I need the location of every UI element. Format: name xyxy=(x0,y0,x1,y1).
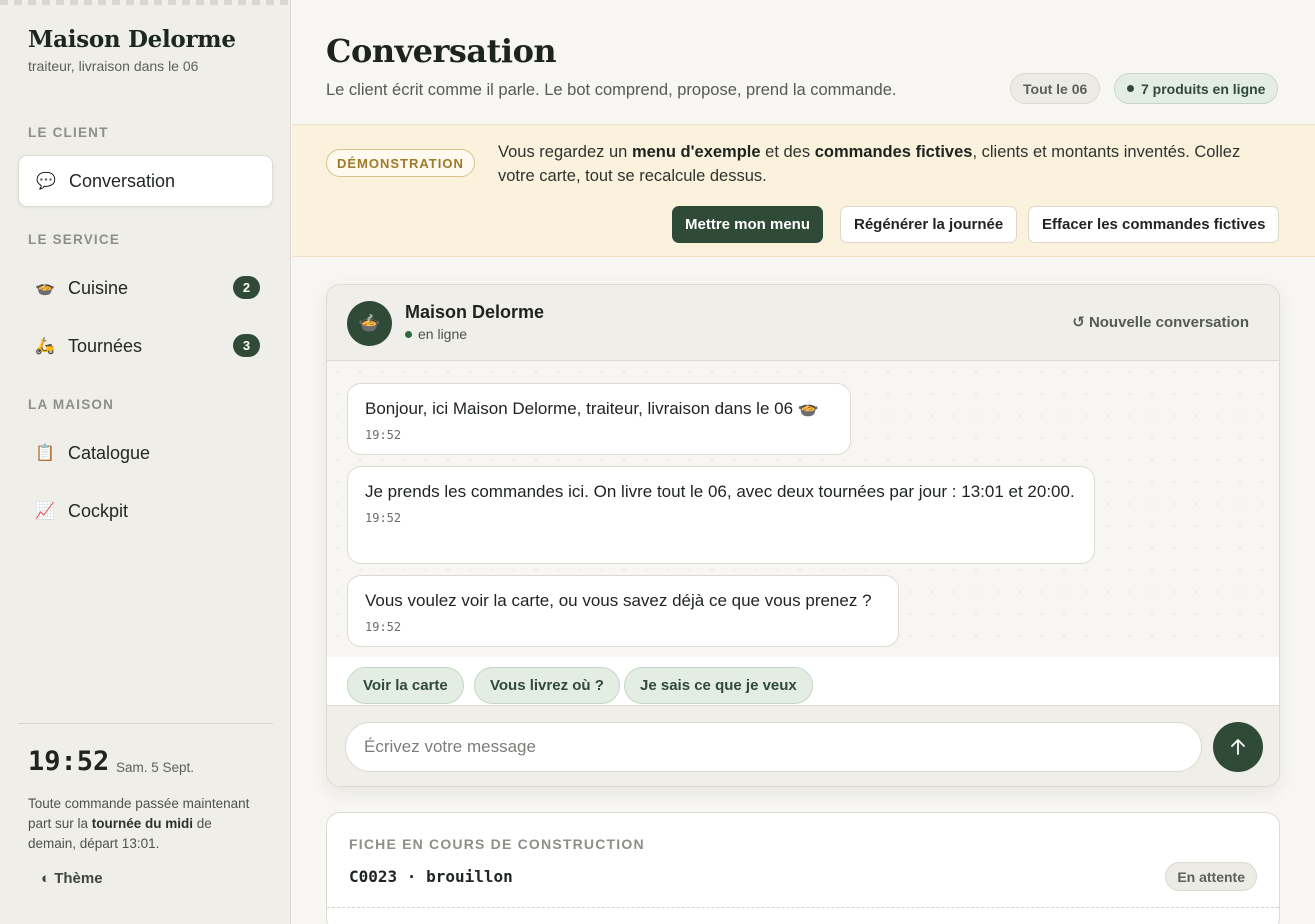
sidebar-item-catalogue[interactable]: 📋 Catalogue xyxy=(18,427,273,479)
clipboard-icon: 📋 xyxy=(35,445,55,462)
main-area: Conversation Le client écrit comme il pa… xyxy=(292,0,1315,924)
speech-bubble-icon: 💬 xyxy=(36,173,56,190)
chat-status-label: en ligne xyxy=(418,326,468,342)
sidebar-item-label: Tournées xyxy=(68,335,143,356)
demo-text-bold: commandes fictives xyxy=(814,143,973,161)
count-badge: 2 xyxy=(233,276,260,299)
message-bubble: Vous voulez voir la carte, ou vous savez… xyxy=(347,575,899,647)
message-bubble: Bonjour, ici Maison Delorme, traiteur, l… xyxy=(347,383,851,455)
demo-text-bold: menu d'exemple xyxy=(631,143,761,161)
clock-time: 19:52 xyxy=(28,746,110,777)
sidebar-item-tournees[interactable]: 🛵 Tournées 3 xyxy=(18,320,273,372)
quick-reply-know-what-i-want[interactable]: Je sais ce que je veux xyxy=(624,667,813,704)
message-composer xyxy=(327,705,1279,786)
status-badge: En attente xyxy=(1165,862,1257,891)
delivery-note: Toute commande passée maintenant part su… xyxy=(28,794,258,854)
scooter-icon: 🛵 xyxy=(35,338,55,355)
regenerate-day-button[interactable]: Régénérer la journée xyxy=(840,206,1018,243)
message-text: Je prends les commandes ici. On livre to… xyxy=(365,482,1075,501)
nav-section-service: LE SERVICE xyxy=(28,232,121,247)
demo-text-part: et des xyxy=(760,143,815,161)
quick-reply-see-menu[interactable]: Voir la carte xyxy=(347,667,464,704)
demo-banner: DÉMONSTRATION Vous regardez un menu d'ex… xyxy=(292,124,1315,257)
sidebar-item-label: Catalogue xyxy=(68,442,151,463)
sidebar-stripe xyxy=(0,0,291,5)
arrow-up-icon xyxy=(1231,739,1245,755)
message-time: 19:52 xyxy=(365,511,402,525)
chat-card: 🍲 Maison Delorme en ligne ↺ Nouvelle con… xyxy=(326,284,1280,787)
online-dot-icon xyxy=(1127,85,1134,92)
sidebar: Maison Delorme traiteur, livraison dans … xyxy=(0,0,291,924)
message-time: 19:52 xyxy=(365,428,402,442)
chat-status: en ligne xyxy=(405,326,467,342)
message-input[interactable] xyxy=(345,722,1202,772)
online-dot-icon xyxy=(405,330,412,338)
chat-messages[interactable]: Bonjour, ici Maison Delorme, traiteur, l… xyxy=(327,361,1279,657)
theme-label: Thème xyxy=(54,870,103,887)
new-conversation-button[interactable]: ↺ Nouvelle conversation xyxy=(1072,313,1249,331)
zone-pill: Tout le 06 xyxy=(1010,73,1101,104)
bowl-icon: 🍲 xyxy=(35,280,55,297)
delivery-note-round: tournée du midi xyxy=(91,816,194,831)
order-sheet: FICHE EN COURS DE CONSTRUCTION C0023 · b… xyxy=(326,812,1280,924)
nav-section-client: LE CLIENT xyxy=(28,125,109,140)
send-button[interactable] xyxy=(1213,722,1263,772)
page-subtitle: Le client écrit comme il parle. Le bot c… xyxy=(326,81,897,99)
quick-reply-delivery-area[interactable]: Vous livrez où ? xyxy=(474,667,620,704)
sidebar-item-label: Cockpit xyxy=(68,500,129,521)
sidebar-item-label: Conversation xyxy=(69,170,176,191)
sidebar-item-label: Cuisine xyxy=(68,277,129,298)
products-online-label: 7 produits en ligne xyxy=(1141,80,1266,97)
order-id: C0023 · brouillon xyxy=(349,867,513,886)
avatar: 🍲 xyxy=(347,301,392,346)
sidebar-item-conversation[interactable]: 💬 Conversation xyxy=(18,155,273,207)
brand-tagline: traiteur, livraison dans le 06 xyxy=(28,58,199,74)
half-circle-icon: ◐ xyxy=(41,870,51,887)
sidebar-item-cockpit[interactable]: 📈 Cockpit xyxy=(18,485,273,537)
count-badge: 3 xyxy=(233,334,260,357)
set-menu-button[interactable]: Mettre mon menu xyxy=(672,206,824,243)
products-online-pill: 7 produits en ligne xyxy=(1114,73,1279,104)
sidebar-divider xyxy=(18,723,273,724)
message-time: 19:52 xyxy=(365,620,402,634)
chart-icon: 📈 xyxy=(35,503,55,520)
nav-section-maison: LA MAISON xyxy=(28,397,115,412)
brand-name: Maison Delorme xyxy=(28,26,236,53)
demo-text-part: Vous regardez un xyxy=(498,143,632,161)
message-bubble: Je prends les commandes ici. On livre to… xyxy=(347,466,1095,564)
message-text: Vous voulez voir la carte, ou vous savez… xyxy=(365,591,872,610)
page-title: Conversation xyxy=(326,32,557,70)
demo-text: Vous regardez un menu d'exemple et des c… xyxy=(498,140,1268,188)
clear-fake-orders-button[interactable]: Effacer les commandes fictives xyxy=(1028,206,1280,243)
clock-date: Sam. 5 Sept. xyxy=(116,760,195,775)
order-sheet-title: FICHE EN COURS DE CONSTRUCTION xyxy=(349,836,645,852)
demo-tag: DÉMONSTRATION xyxy=(326,149,475,177)
chat-header: 🍲 Maison Delorme en ligne ↺ Nouvelle con… xyxy=(327,285,1279,361)
sidebar-item-cuisine[interactable]: 🍲 Cuisine 2 xyxy=(18,262,273,314)
order-sheet-divider xyxy=(327,907,1279,908)
quick-reply-chips: Voir la carte Vous livrez où ? Je sais c… xyxy=(327,657,1279,705)
theme-toggle-button[interactable]: ◐ Thème xyxy=(41,870,103,887)
bowl-icon: 🍲 xyxy=(358,313,381,333)
chat-contact-name: Maison Delorme xyxy=(405,302,545,322)
message-text: Bonjour, ici Maison Delorme, traiteur, l… xyxy=(365,399,819,418)
